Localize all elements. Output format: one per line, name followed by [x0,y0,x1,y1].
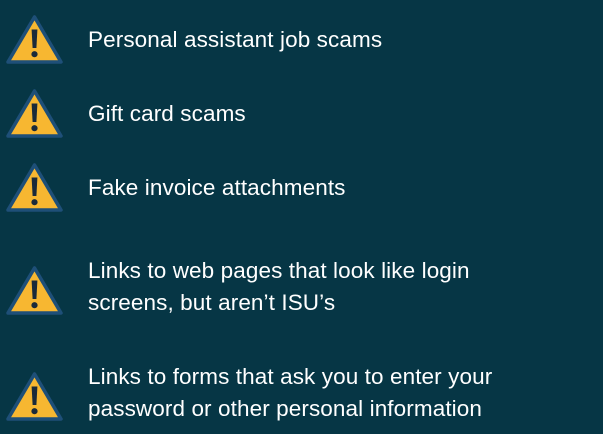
warning-label-line-1: Links to web pages that look like login [88,258,470,283]
list-item: Personal assistant job scams [0,14,603,66]
warning-label: Personal assistant job scams [88,27,383,52]
warning-icon [6,15,63,64]
warning-icon [6,372,63,421]
warning-label: Links to forms that ask you to enter you… [88,361,492,425]
warning-label-line-2: screens, but aren’t ISU’s [88,290,336,315]
list-item: Gift card scams [0,88,603,140]
warning-label-line-2: password or other personal information [88,396,483,421]
list-item: Links to forms that ask you to enter you… [0,360,603,428]
warning-label: Fake invoice attachments [88,175,346,200]
warning-icon [6,163,63,212]
warning-icon [6,89,63,138]
warning-icon [6,266,63,315]
warning-label-line-1: Links to forms that ask you to enter you… [88,364,493,389]
list-item: Fake invoice attachments [0,162,603,214]
warning-label: Gift card scams [88,101,246,126]
warning-label: Links to web pages that look like login … [88,255,470,319]
list-item: Links to web pages that look like login … [0,254,603,322]
scam-warning-list: Personal assistant job scams Gift card s… [0,0,603,434]
